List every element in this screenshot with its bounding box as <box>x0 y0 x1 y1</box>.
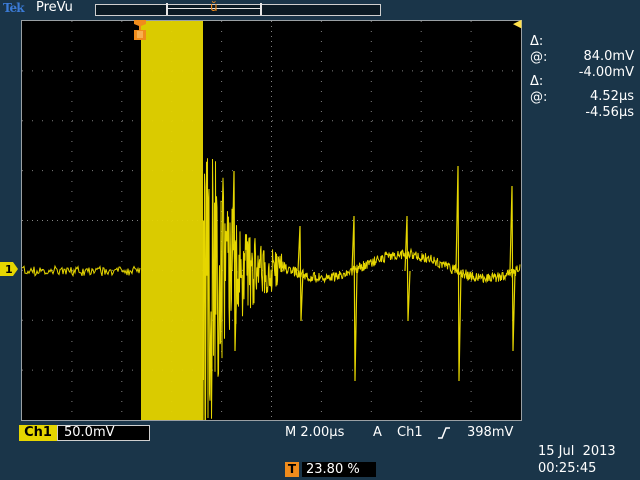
ch1-waveform <box>22 21 520 420</box>
trigger-level-arrow-icon[interactable]: ◀ <box>513 17 521 30</box>
graticule <box>22 21 521 420</box>
trigger-position-value[interactable]: 23.80 % <box>302 462 376 477</box>
voltage-delta-readout: Δ: 84.0mV <box>528 19 640 35</box>
ch1-label[interactable]: Ch1 <box>19 425 57 441</box>
trigger-mode: A <box>373 425 382 440</box>
trigger-position-indicator-icon: ŭ <box>210 0 218 14</box>
ch1-vertical-scale[interactable]: 50.0mV <box>57 425 150 441</box>
voltage-at-readout: @: -4.00mV <box>528 35 640 51</box>
ch1-ground-marker-icon[interactable]: 1 <box>0 262 18 276</box>
acquisition-mode: PreVu <box>36 0 73 15</box>
readout-spacer <box>528 51 640 59</box>
time-at-readout: @: -4.56µs <box>528 75 640 91</box>
bottom-status-bar: Ch1 50.0mV M 2.00µs A Ch1 398mV T 23.80 … <box>0 424 640 480</box>
svg-text:1: 1 <box>5 263 13 276</box>
top-status-bar: Tek PreVu ŭ <box>0 0 640 18</box>
trigger-source[interactable]: Ch1 <box>397 425 423 440</box>
time-readout: 00:25:45 <box>538 461 596 476</box>
cursor-readouts: Δ: 84.0mV @: -4.00mV Δ: 4.52µs @: -4.56µ… <box>528 19 640 91</box>
record-length-bar[interactable] <box>95 4 381 16</box>
trigger-level[interactable]: 398mV <box>467 425 513 440</box>
trigger-time-marker-icon[interactable] <box>134 20 146 40</box>
date-readout: 15 Jul 2013 <box>538 444 616 459</box>
timebase-readout[interactable]: M 2.00µs <box>285 425 344 440</box>
graticule-lines <box>22 21 521 420</box>
trigger-position-badge: T <box>285 462 299 477</box>
rising-edge-icon <box>437 427 451 439</box>
tek-logo: Tek <box>3 1 24 15</box>
time-delta-readout: Δ: 4.52µs <box>528 59 640 75</box>
waveform-display[interactable] <box>21 20 522 421</box>
